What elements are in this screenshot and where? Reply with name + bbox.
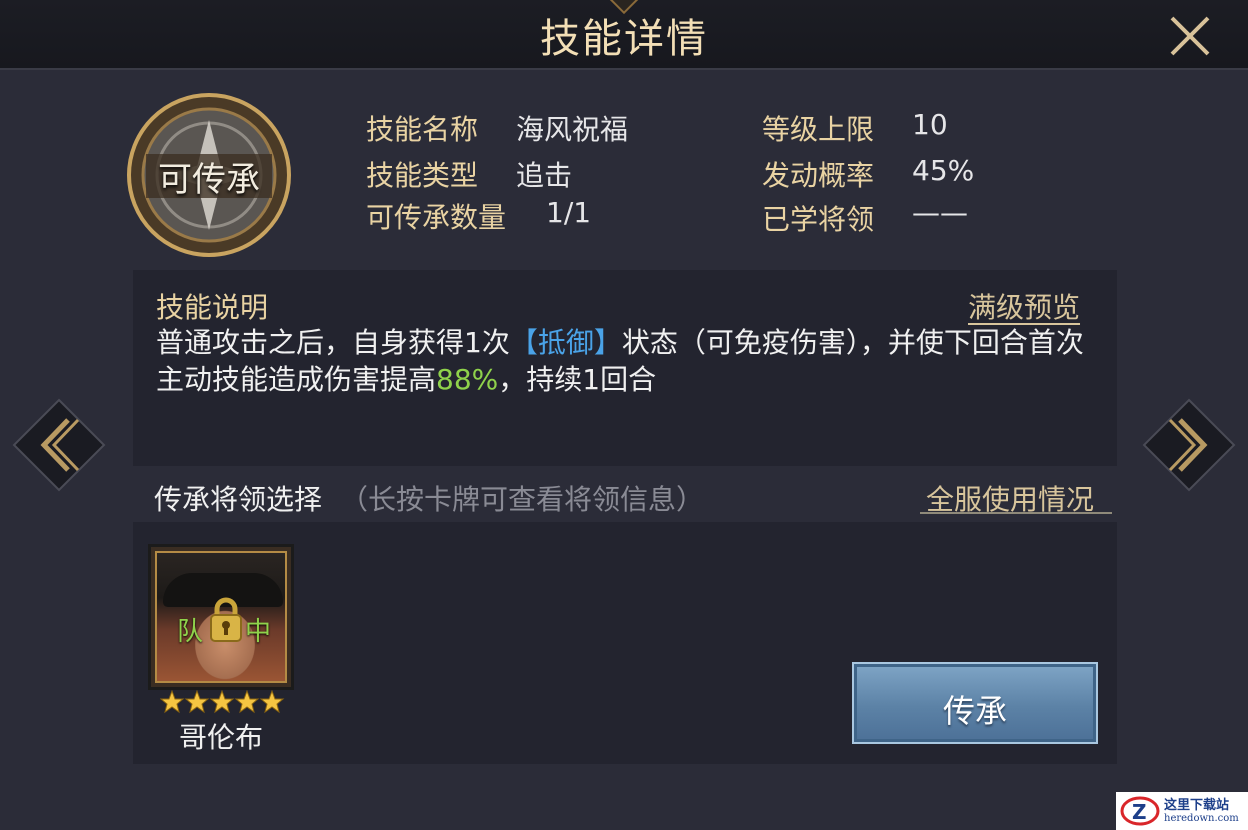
close-icon	[1170, 16, 1210, 56]
inherit-count-label: 可传承数量	[366, 201, 507, 234]
inherit-button-label: 传承	[942, 692, 1007, 730]
star-icon	[160, 690, 185, 714]
hero-star-rating	[160, 690, 285, 714]
watermark-text: 这里下载站	[1164, 798, 1230, 813]
chevron-right-icon	[1142, 398, 1236, 492]
hero-portrait: 队 中	[155, 551, 287, 683]
description-title: 技能说明	[156, 291, 269, 324]
skill-type-label: 技能类型	[366, 159, 479, 192]
star-icon	[209, 690, 235, 714]
max-level-preview-link[interactable]: 满级预览	[968, 286, 1080, 326]
page-title: 技能详情	[540, 16, 708, 62]
inheritable-label: 可传承	[158, 160, 260, 200]
title-bar: 技能详情	[0, 0, 1248, 70]
description-text: 普通攻击之后，自身获得1次【抵御】状态（可免疫伤害），并使下回合首次主动技能造成…	[156, 324, 1096, 398]
trigger-rate-label: 发动概率	[762, 159, 875, 192]
learned-generals-label: 已学将领	[762, 203, 875, 236]
level-cap-value: 10	[912, 108, 948, 141]
next-skill-button[interactable]	[1142, 398, 1236, 492]
prev-skill-button[interactable]	[12, 398, 106, 492]
star-icon	[259, 690, 285, 714]
inherit-general-select-label: 传承将领选择	[154, 483, 323, 516]
watermark-url: heredown.com	[1164, 813, 1239, 824]
team-tag-left: 队	[177, 617, 204, 647]
damage-bonus-value: 88%	[436, 363, 499, 396]
hero-name: 哥伦布	[178, 721, 263, 754]
level-cap-label: 等级上限	[762, 113, 875, 146]
team-tag-right: 中	[245, 617, 272, 647]
site-watermark: Z 这里下载站 heredown.com	[1116, 792, 1248, 830]
chevron-left-icon	[12, 398, 106, 492]
keyword-defend: 【抵御】	[509, 326, 622, 359]
svg-text:Z: Z	[1132, 800, 1147, 824]
lock-icon	[210, 597, 242, 642]
learned-generals-value: ——	[912, 196, 968, 229]
skill-emblem: 可传承	[126, 92, 292, 258]
star-icon	[184, 690, 210, 714]
trigger-rate-value: 45%	[912, 154, 975, 187]
close-button[interactable]	[1160, 8, 1218, 64]
inherit-button[interactable]: 传承	[852, 662, 1098, 744]
watermark-logo-icon: Z	[1120, 796, 1160, 826]
description-text-part3: ，持续1回合	[498, 363, 657, 396]
star-icon	[234, 690, 260, 714]
long-press-hint: （长按卡牌可查看将领信息）	[340, 483, 705, 516]
skill-name-label: 技能名称	[366, 113, 479, 146]
inherit-count-value: 1/1	[546, 196, 592, 229]
description-text-part1: 普通攻击之后，自身获得1次	[156, 326, 510, 359]
hero-card[interactable]: 队 中	[148, 544, 294, 690]
skill-type-value: 追击	[516, 159, 573, 192]
skill-name-value: 海风祝福	[516, 113, 629, 146]
usage-link-underline	[920, 512, 1112, 514]
